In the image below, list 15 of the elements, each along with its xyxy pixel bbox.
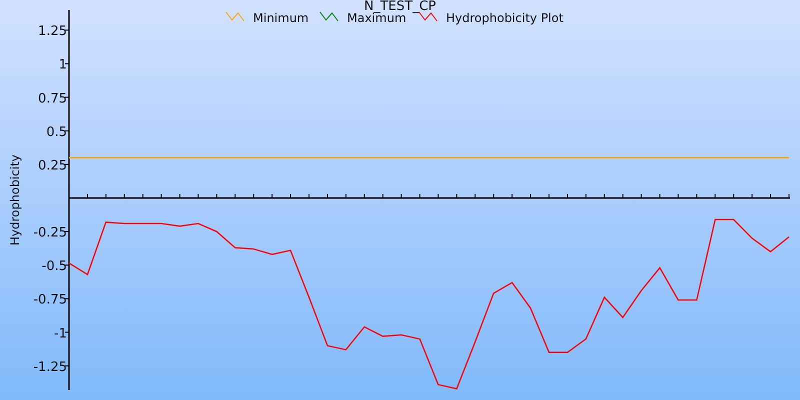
y-tick-label: -0.25 — [33, 226, 67, 241]
y-axis-title: Hydrophobicity — [8, 154, 22, 246]
y-tick-label: -1.25 — [33, 360, 67, 375]
legend-label: Hydrophobicity Plot — [446, 11, 564, 25]
chart-title: N_TEST_CP — [364, 0, 436, 14]
y-tick-label: 0.5 — [46, 124, 67, 140]
legend-label: Minimum — [253, 11, 309, 25]
y-tick-label: 1.25 — [38, 24, 67, 40]
y-tick-label: -0.5 — [42, 259, 67, 274]
y-tick-label: 1 — [58, 58, 67, 73]
y-tick-label: -0.75 — [33, 292, 67, 308]
y-tick-label: -1 — [54, 326, 67, 342]
y-tick-label: 0.25 — [38, 158, 67, 174]
y-tick-label: 0.75 — [38, 91, 67, 106]
legend-label: Maximum — [347, 11, 406, 25]
